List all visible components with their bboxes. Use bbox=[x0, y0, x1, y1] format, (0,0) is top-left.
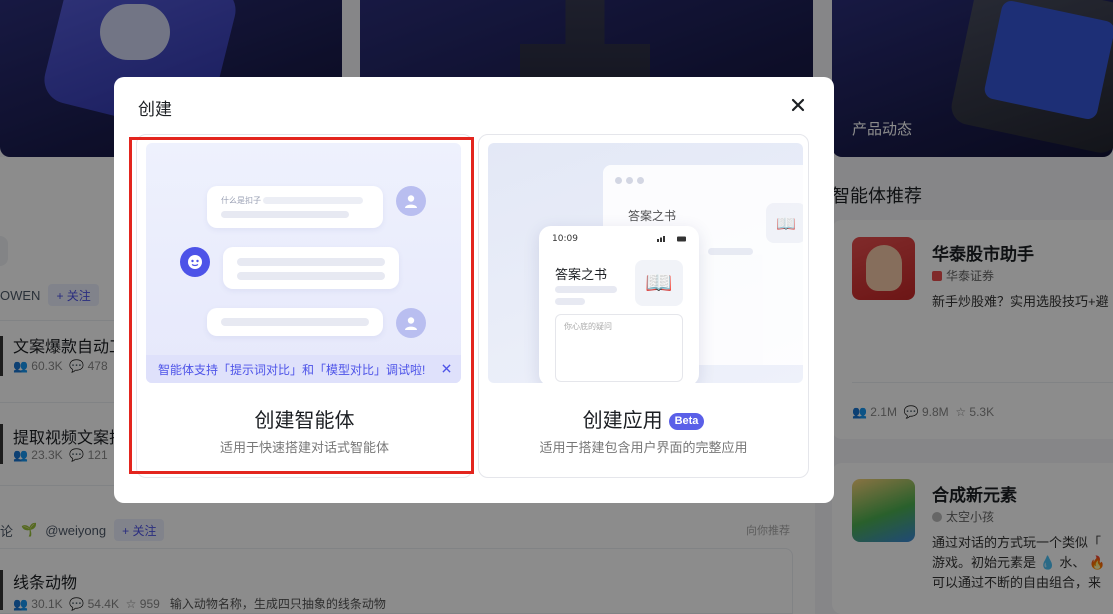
chat-bubble bbox=[207, 308, 383, 336]
dialog-title: 创建 bbox=[138, 100, 172, 119]
feature-notice: 智能体支持「提示词对比」和「模型对比」调试啦! bbox=[146, 355, 461, 383]
phone-title: 答案之书 bbox=[555, 267, 608, 282]
status-bar-icon bbox=[657, 236, 686, 242]
phone-time: 10:09 bbox=[552, 234, 578, 244]
phone-mock: 10:09 答案之书 📖 你心底的疑问 bbox=[539, 226, 699, 383]
create-agent-option[interactable]: 什么是扣子 智能体支持「提示词对比」和「模型对比」调试啦! 创建智能体 适用于快… bbox=[136, 134, 473, 478]
create-dialog: 创建 什么是扣子 智能体支持「提示词对比」和「模型对比」调试啦! 创建智能体 适… bbox=[114, 77, 834, 503]
option-description: 适用于搭建包含用户界面的完整应用 bbox=[539, 440, 748, 455]
app-preview: 答案之书 📖 10:09 答案之书 📖 你心底的疑问 bbox=[488, 143, 803, 383]
beta-badge: Beta bbox=[668, 413, 705, 430]
question-input: 你心底的疑问 bbox=[555, 314, 683, 382]
close-button[interactable] bbox=[786, 93, 810, 117]
chat-bubble bbox=[223, 247, 399, 289]
notice-close-button[interactable] bbox=[439, 361, 453, 375]
agent-preview: 什么是扣子 智能体支持「提示词对比」和「模型对比」调试啦! bbox=[146, 143, 461, 383]
close-icon bbox=[791, 98, 805, 112]
close-icon bbox=[441, 363, 451, 373]
option-description: 适用于快速搭建对话式智能体 bbox=[219, 440, 389, 455]
user-avatar-icon bbox=[396, 308, 426, 338]
notice-text: 智能体支持「提示词对比」和「模型对比」调试啦! bbox=[158, 362, 426, 377]
bot-avatar-icon bbox=[180, 247, 210, 277]
option-title: 创建智能体 bbox=[254, 410, 355, 432]
create-app-option[interactable]: 答案之书 📖 10:09 答案之书 📖 你心底的疑问 创建应用 Beta 适用于搭… bbox=[478, 134, 809, 478]
option-title: 创建应用 Beta bbox=[479, 404, 808, 433]
window-title: 答案之书 bbox=[628, 209, 677, 223]
chat-bubble: 什么是扣子 bbox=[207, 186, 383, 228]
user-avatar-icon bbox=[396, 186, 426, 216]
book-icon: 📖 bbox=[635, 260, 683, 306]
book-icon: 📖 bbox=[766, 203, 803, 243]
